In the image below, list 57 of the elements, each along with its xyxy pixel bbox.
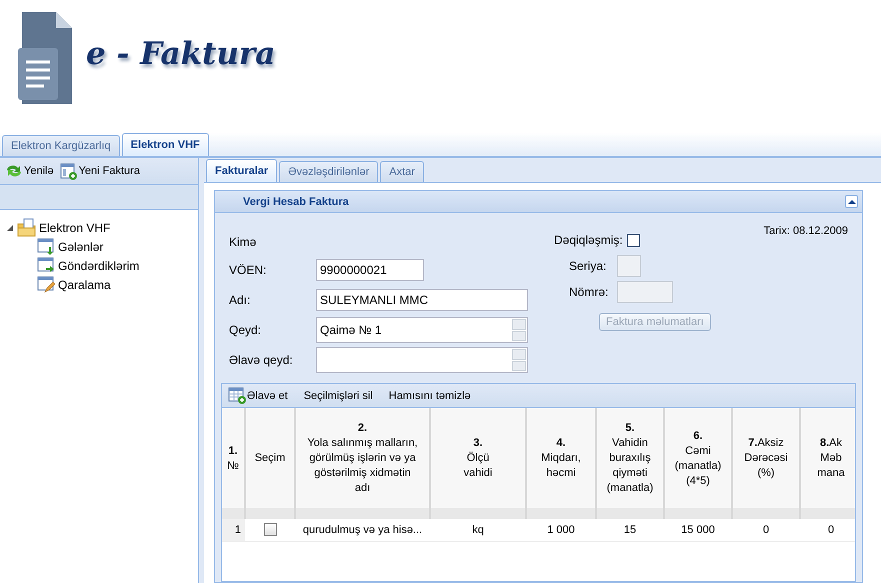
tree-item[interactable]: Göndərdiklərim [58,258,140,272]
folder-icon [17,218,36,237]
field-label: Nömrə: [569,285,610,299]
refresh-icon [5,163,23,179]
text-area[interactable] [316,347,528,373]
field-label: Adı: [229,293,252,307]
checkbox[interactable] [626,234,640,246]
field-label: Qeyd: [229,323,262,337]
field-label: Əlavə qeyd: [229,353,294,367]
column-header[interactable]: 1. № [222,408,245,519]
logo-title: e - Faktura [86,36,276,72]
tree-item[interactable]: Qaralama [58,278,111,292]
table-cell: 0 [762,524,770,536]
tree-item[interactable]: Elektron VHF [39,220,110,234]
field-label: Dəqiqləşmiş: [554,233,623,247]
field-label: VÖEN: [229,263,268,277]
expand-triangle-icon[interactable] [6,224,14,232]
tree-item[interactable]: Gələnlər [58,240,104,254]
column-header[interactable]: 4. Miqdarı, həcmi [526,408,596,519]
caret-up-icon [846,198,856,206]
refresh-button[interactable]: Yenilə [3,163,56,179]
tab[interactable]: Elektron VHF [122,133,209,156]
table-cell: 15 [624,524,636,536]
panel-title: Vergi Hesab Faktura [243,196,349,208]
collapse-button[interactable] [845,195,858,208]
row-number: 1 [234,524,241,536]
column-header[interactable]: 3. Ölçü vahidi [430,408,526,519]
column-header[interactable]: Seçim [245,408,295,519]
checkbox[interactable] [264,523,276,536]
column-header[interactable]: 8.Ak Məb mana [800,408,855,519]
table-cell: 0 [828,524,834,536]
tab[interactable]: Fakturalar [206,159,278,182]
column-header[interactable]: 7.Aksiz Dərəcəsi (%) [732,408,800,519]
window-arrow-icon [37,238,55,256]
input-field[interactable]: 9900000021 [316,259,424,281]
new-document-icon [60,162,78,180]
add-button[interactable]: Əlavə et [228,387,288,404]
text-area[interactable]: Qaimə № 1 [316,317,528,343]
input-field[interactable]: SULEYMANLI MMC [316,289,528,311]
window-arrow-icon [37,256,55,274]
table-cell: 15 000 [681,524,715,536]
table-add-icon [228,387,246,404]
date-label: Tarix: 08.12.2009 [764,225,848,237]
clear-all-button[interactable]: Hamısını təmizlə [388,390,471,402]
tab[interactable]: Axtar [380,161,424,182]
column-header[interactable]: 2. Yola salınmış malların, görülmüş işlərin və ya göstərilmiş xidmətin adı [295,408,430,519]
table-cell: 1 000 [547,524,575,536]
delete-selected-button[interactable]: Seçilmişləri sil [304,390,373,402]
table-cell: qurudulmuş və ya hisə... [302,524,422,536]
tab[interactable]: Əvəzləşdirilənlər [279,161,378,182]
column-header[interactable]: 5. Vahidin buraxılış qiyməti (manatla) [596,408,664,519]
field-label: Seriya: [569,259,608,273]
column-header[interactable]: 6. Cəmi (manatla) (4*5) [664,408,732,519]
tab[interactable]: Elektron Kargüzarlıq [2,135,120,156]
new-invoice-button[interactable]: Yeni Faktura [58,162,142,180]
window-pencil-icon [37,276,55,294]
table-cell: kq [472,524,484,536]
